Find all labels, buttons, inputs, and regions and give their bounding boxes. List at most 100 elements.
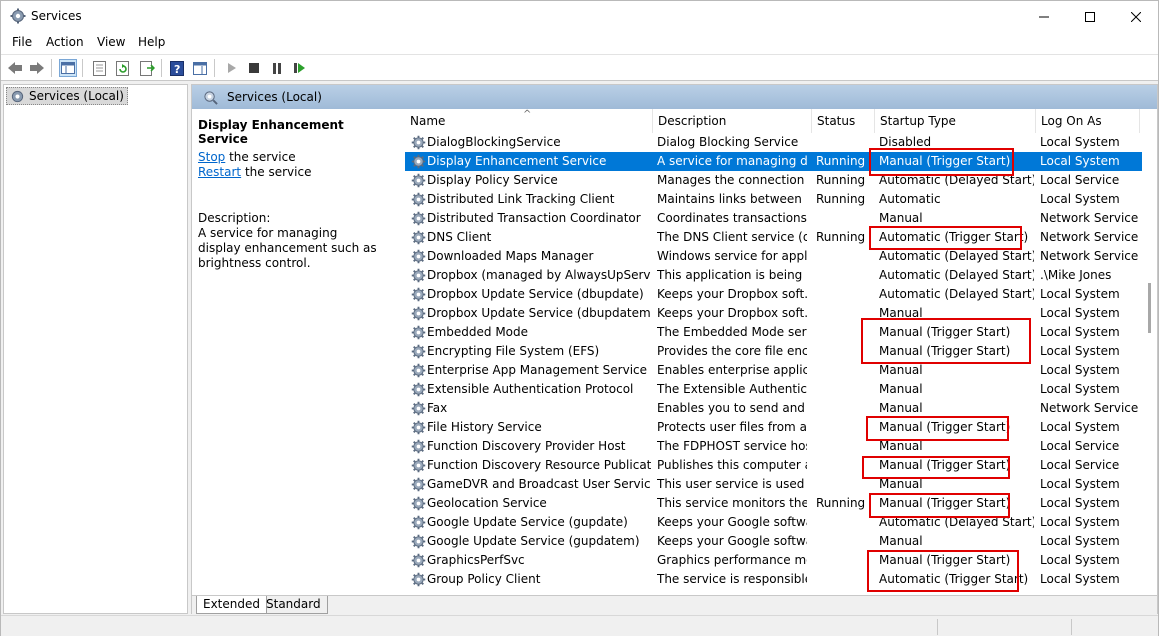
cell-name: Encrypting File System (EFS) [427, 344, 600, 358]
start-service-button[interactable] [223, 59, 241, 77]
show-hide-console-tree-button[interactable] [59, 59, 77, 77]
service-row[interactable]: FaxEnables you to send and r...ManualNet… [405, 399, 1157, 418]
service-row[interactable]: Display Enhancement Service A service for… [405, 152, 1157, 171]
cell-desc: A service for managing di... [657, 154, 807, 168]
service-row[interactable]: Group Policy Client The service is respon… [405, 570, 1157, 589]
column-startup-label: Startup Type [880, 114, 956, 128]
cell-status [816, 285, 874, 304]
restart-line: Restart the service [198, 165, 311, 179]
tab-extended[interactable]: Extended [196, 596, 267, 614]
tab-standard[interactable]: Standard [260, 596, 328, 614]
cell-logon: Network Service [1040, 401, 1139, 415]
column-header-log-on-as[interactable]: Log On As [1036, 109, 1140, 133]
menu-help[interactable]: Help [138, 35, 165, 49]
tree-node-services-local[interactable]: Services (Local) [6, 87, 128, 105]
column-header-startup-type[interactable]: Startup Type [875, 109, 1036, 133]
service-row[interactable]: Function Discovery Resource Publication P… [405, 456, 1157, 475]
minimize-button[interactable] [1021, 1, 1067, 32]
minimize-icon [1039, 16, 1049, 17]
service-row[interactable]: Distributed Link Tracking Client Maintain… [405, 190, 1157, 209]
back-button[interactable] [6, 59, 24, 77]
cell-logon: Local System [1040, 572, 1120, 586]
refresh-button[interactable] [114, 59, 132, 77]
stop-service-link[interactable]: Stop [198, 150, 225, 164]
service-gear-icon [411, 249, 426, 264]
cell-desc: Enables you to send and r... [657, 401, 807, 415]
cell-desc: Maintains links between ... [657, 192, 807, 206]
service-gear-icon [411, 534, 426, 549]
menu-action[interactable]: Action [46, 35, 84, 49]
selected-service-name: Display Enhancement Service [198, 118, 344, 146]
column-header-name[interactable]: Name ^ [405, 109, 653, 133]
service-row[interactable]: Google Update Service (gupdatem) Keeps yo… [405, 532, 1157, 551]
cell-status [816, 133, 874, 152]
service-row[interactable]: File History Service Protects user files … [405, 418, 1157, 437]
cell-logon: Network Service [1040, 249, 1139, 263]
stop-service-button[interactable] [245, 59, 263, 77]
service-row[interactable]: Geolocation Service This service monitors… [405, 494, 1157, 513]
cell-name: Display Enhancement Service [427, 154, 607, 168]
service-gear-icon [411, 230, 426, 245]
service-row[interactable]: Google Update Service (gupdate) Keeps you… [405, 513, 1157, 532]
cell-status [816, 380, 874, 399]
cell-logon: Local Service [1040, 173, 1120, 187]
menu-bar: File Action View Help [1, 32, 1158, 54]
column-header-description[interactable]: Description [653, 109, 812, 133]
cell-startup: Manual [879, 534, 923, 548]
restart-service-button[interactable] [291, 59, 309, 77]
column-description-label: Description [658, 114, 727, 128]
restart-service-link[interactable]: Restart [198, 165, 241, 179]
cell-name: Google Update Service (gupdatem) [427, 534, 640, 548]
forward-button[interactable] [28, 59, 46, 77]
cell-name: GameDVR and Broadcast User Service_1c... [427, 477, 651, 491]
service-row[interactable]: Enterprise App Management Service Enables… [405, 361, 1157, 380]
cell-name: File History Service [427, 420, 542, 434]
maximize-button[interactable] [1067, 1, 1113, 32]
service-gear-icon [411, 439, 426, 454]
service-row[interactable]: Dropbox (managed by AlwaysUpService) This… [405, 266, 1157, 285]
service-row[interactable]: Dropbox Update Service (dbupdate) Keeps y… [405, 285, 1157, 304]
service-row[interactable]: Downloaded Maps Manager Windows service f… [405, 247, 1157, 266]
cell-startup: Automatic [879, 192, 941, 206]
description-pane: Display Enhancement Service Stop the ser… [192, 109, 394, 595]
toolbar-separator [82, 59, 83, 77]
cell-status [816, 209, 874, 228]
service-row[interactable]: Distributed Transaction Coordinator Coord… [405, 209, 1157, 228]
service-gear-icon [411, 382, 426, 397]
service-row[interactable]: GameDVR and Broadcast User Service_1c...… [405, 475, 1157, 494]
service-gear-icon [411, 306, 426, 321]
cell-name: Dropbox Update Service (dbupdate) [427, 287, 644, 301]
cell-logon: Local System [1040, 420, 1120, 434]
scrollbar-thumb[interactable] [1148, 283, 1151, 333]
export-list-button[interactable] [138, 59, 156, 77]
column-header-row: Name ^ Description Status Startup Type L… [405, 109, 1157, 133]
service-row[interactable]: GraphicsPerfSvc Graphics performance mo..… [405, 551, 1157, 570]
annotation-box [869, 148, 1014, 176]
service-row[interactable]: Display Policy Service Manages the connec… [405, 171, 1157, 190]
cell-desc: Graphics performance mo... [657, 553, 807, 567]
cell-desc: Manages the connection ... [657, 173, 807, 187]
menu-view[interactable]: View [97, 35, 125, 49]
help-button[interactable]: ? [168, 59, 186, 77]
pause-service-button[interactable] [268, 59, 286, 77]
cell-logon: Local System [1040, 287, 1120, 301]
service-row[interactable]: Encrypting File System (EFS) Provides the… [405, 342, 1157, 361]
cell-logon: Local System [1040, 363, 1120, 377]
vertical-scrollbar[interactable] [1142, 133, 1157, 595]
show-action-pane-button[interactable] [191, 59, 209, 77]
service-row[interactable]: DialogBlockingService Dialog Blocking Ser… [405, 133, 1157, 152]
column-header-status[interactable]: Status [812, 109, 875, 133]
service-row[interactable]: Function Discovery Provider Host The FDPH… [405, 437, 1157, 456]
service-row[interactable]: Embedded ModeThe Embedded Mode serv...Ma… [405, 323, 1157, 342]
service-gear-icon [411, 572, 426, 587]
service-row[interactable]: Dropbox Update Service (dbupdatem) Keeps … [405, 304, 1157, 323]
cell-name: GraphicsPerfSvc [427, 553, 525, 567]
close-button[interactable] [1113, 1, 1159, 32]
cell-name: Downloaded Maps Manager [427, 249, 594, 263]
status-bar [1, 615, 1158, 636]
annotation-box [867, 550, 1019, 592]
service-row[interactable]: DNS Client The DNS Client service (d... Ru… [405, 228, 1157, 247]
menu-file[interactable]: File [12, 35, 32, 49]
properties-button[interactable] [90, 59, 108, 77]
service-row[interactable]: Extensible Authentication Protocol The Ex… [405, 380, 1157, 399]
